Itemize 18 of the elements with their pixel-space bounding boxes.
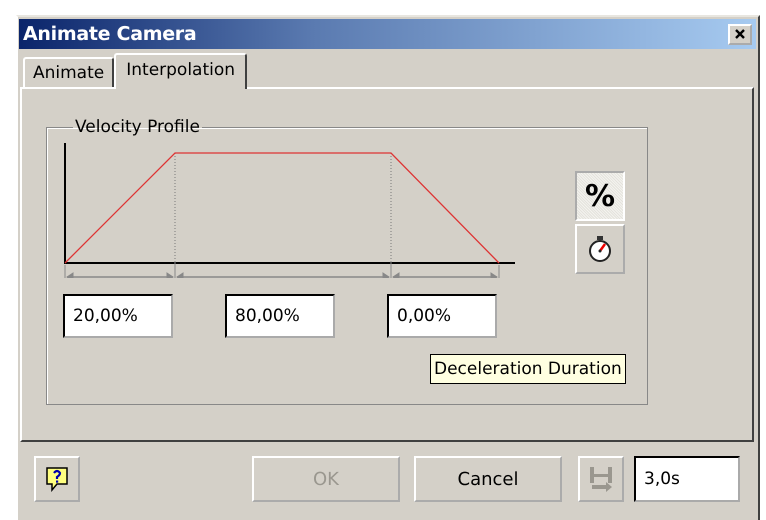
tooltip: Deceleration Duration — [430, 354, 626, 384]
time-button[interactable] — [575, 224, 625, 274]
percent-field[interactable]: 0,00% — [387, 294, 497, 338]
percent-button[interactable]: % — [575, 171, 625, 221]
dialog-button[interactable]: Cancel — [414, 456, 562, 502]
help-icon — [45, 466, 69, 492]
arrow-icon — [588, 465, 614, 493]
window-title: Animate Camera — [23, 23, 196, 45]
help-button[interactable] — [34, 456, 80, 502]
group-title: Velocity Profile — [74, 117, 201, 137]
close-button[interactable] — [728, 24, 752, 44]
tab[interactable]: Animate — [23, 57, 114, 87]
duration-field[interactable]: 3,0s — [634, 456, 740, 502]
percent-field[interactable]: 80,00% — [225, 294, 335, 338]
percent-field[interactable]: 20,00% — [63, 294, 173, 338]
stopwatch-icon — [587, 234, 613, 264]
close-icon — [734, 29, 746, 39]
tab[interactable]: Interpolation — [114, 53, 248, 89]
